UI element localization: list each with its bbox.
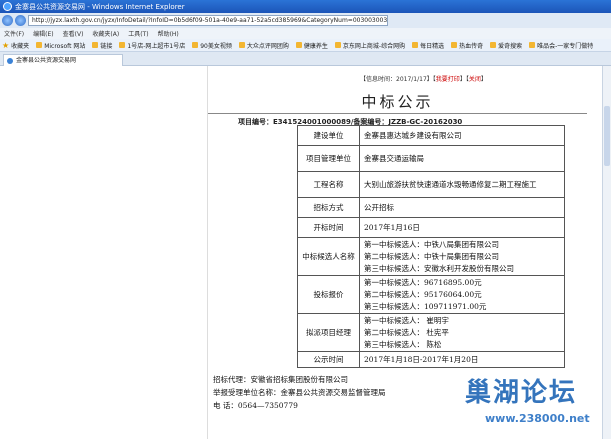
favorite-item[interactable]: 大众点评网团购 — [238, 41, 289, 50]
favorite-item[interactable]: 健康养生 — [295, 41, 328, 50]
table-row: 工程名称 大别山旅游扶贫快速通道水毁畅通修复二期工程施工 — [297, 171, 565, 198]
title-divider — [208, 113, 587, 114]
page-icon — [295, 42, 302, 48]
page-icon — [238, 42, 245, 48]
row-value: 2017年1月16日 — [359, 217, 565, 238]
favorite-item[interactable]: 链接 — [92, 41, 112, 50]
row-label: 工程名称 — [297, 171, 360, 198]
table-row: 开标时间 2017年1月16日 — [297, 217, 565, 238]
menu-edit[interactable]: 编辑(E) — [33, 29, 53, 38]
row-label: 公示时间 — [297, 351, 360, 368]
menu-view[interactable]: 查看(V) — [63, 29, 84, 38]
page-icon — [490, 42, 497, 48]
page-icon — [36, 42, 43, 48]
page-icon — [119, 42, 126, 48]
table-row: 投标报价 第一中标候选人：96716895.00元 第二中标候选人：951760… — [297, 275, 565, 314]
page-icon — [192, 42, 199, 48]
menu-help[interactable]: 帮助(H) — [158, 29, 179, 38]
row-label: 项目管理单位 — [297, 145, 360, 172]
menu-bar: 文件(F) 编辑(E) 查看(V) 收藏夹(A) 工具(T) 帮助(H) — [0, 28, 611, 39]
tab-active[interactable]: 金寨县公共资源交易网 — [3, 54, 123, 66]
table-row: 中标候选人名称 第一中标候选人：中铁八局集团有限公司 第二中标候选人：中铁十局集… — [297, 237, 565, 276]
scrollbar-thumb[interactable] — [604, 106, 610, 166]
menu-tools[interactable]: 工具(T) — [128, 29, 148, 38]
table-row: 拟派项目经理 第一中标候选人： 崔明宇 第二中标候选人： 杜宪平 第三中标候选人… — [297, 313, 565, 352]
row-value: 2017年1月18日-2017年1月20日 — [359, 351, 565, 368]
tab-strip: 金寨县公共资源交易网 — [0, 52, 611, 66]
favorite-item[interactable]: 热血传奇 — [451, 41, 483, 50]
star-icon: ★ — [2, 40, 10, 50]
announcement-table: 建设单位 金寨县惠达城乡建设有限公司 项目管理单位 金寨县交通运输局 工程名称 … — [297, 125, 565, 368]
close-link[interactable]: 关闭 — [469, 76, 481, 83]
watermark: 巢湖论坛 www.238000.net — [465, 372, 605, 432]
address-toolbar: http://jyzx.laxth.gov.cn/jyzx/InfoDetail… — [0, 13, 611, 28]
ie-logo-icon — [3, 2, 12, 11]
favorite-item[interactable]: 唯品会-一家专门做特 — [529, 41, 593, 50]
supervisor-line: 举报受理单位名称：金寨县公共资源交易监督管理局 — [213, 388, 386, 397]
row-value: 第一中标候选人：96716895.00元 第二中标候选人：95176064.00… — [359, 275, 565, 314]
row-label: 中标候选人名称 — [297, 237, 360, 276]
window-title: 金寨县公共资源交易网 - Windows Internet Explorer — [15, 2, 185, 11]
favorites-button[interactable]: ★ 收藏夹 — [2, 41, 29, 50]
row-label: 招标方式 — [297, 197, 360, 218]
favorite-item[interactable]: 1号店-网上超市1号店 — [119, 41, 185, 50]
vertical-scrollbar[interactable] — [602, 66, 611, 439]
favorite-item[interactable]: 京东网上商城-综合网购 — [334, 41, 405, 50]
address-bar[interactable]: http://jyzx.laxth.gov.cn/jyzx/InfoDetail… — [28, 15, 388, 26]
row-value: 金寨县交通运输局 — [359, 145, 565, 172]
folder-icon — [92, 42, 99, 48]
table-row: 建设单位 金寨县惠达城乡建设有限公司 — [297, 125, 565, 146]
print-link[interactable]: 我要打印 — [436, 76, 460, 83]
agent-line: 招标代理：安徽省招标集团股份有限公司 — [213, 375, 348, 384]
menu-file[interactable]: 文件(F) — [4, 29, 24, 38]
page-icon — [334, 42, 341, 48]
menu-favorites[interactable]: 收藏夹(A) — [92, 29, 119, 38]
page-icon — [529, 42, 536, 48]
favorite-item[interactable]: 90美女视频 — [192, 41, 232, 50]
row-value: 大别山旅游扶贫快速通道水毁畅通修复二期工程施工 — [359, 171, 565, 198]
row-label: 开标时间 — [297, 217, 360, 238]
row-value: 金寨县惠达城乡建设有限公司 — [359, 125, 565, 146]
window-titlebar: 金寨县公共资源交易网 - Windows Internet Explorer — [0, 0, 611, 13]
info-meta: 【信息时间：2017/1/17】【我要打印】【关闭】 — [360, 76, 487, 83]
site-icon — [7, 58, 13, 64]
watermark-url: www.238000.net — [485, 412, 590, 425]
page-icon — [412, 42, 419, 48]
back-icon[interactable] — [2, 15, 13, 26]
table-row: 招标方式 公开招标 — [297, 197, 565, 218]
favorite-item[interactable]: Microsoft 网站 — [36, 41, 85, 50]
info-date: 2017/1/17 — [396, 76, 427, 83]
row-value: 第一中标候选人：中铁八局集团有限公司 第二中标候选人：中铁十局集团有限公司 第三… — [359, 237, 565, 276]
watermark-text: 巢湖论坛 — [465, 378, 578, 408]
table-row: 项目管理单位 金寨县交通运输局 — [297, 145, 565, 172]
row-value: 公开招标 — [359, 197, 565, 218]
page-title: 中标公示 — [361, 93, 434, 111]
favorite-item[interactable]: 爱奇搜索 — [490, 41, 522, 50]
table-row: 公示时间 2017年1月18日-2017年1月20日 — [297, 351, 565, 368]
phone-line: 电 话：0564—7350779 — [213, 401, 298, 410]
row-label: 建设单位 — [297, 125, 360, 146]
favorites-bar: ★ 收藏夹 Microsoft 网站 链接 1号店-网上超市1号店 90美女视频… — [0, 39, 611, 52]
favorite-item[interactable]: 每日精选 — [412, 41, 444, 50]
row-label: 拟派项目经理 — [297, 313, 360, 352]
row-label: 投标报价 — [297, 275, 360, 314]
page-icon — [451, 42, 458, 48]
forward-icon[interactable] — [15, 15, 26, 26]
row-value: 第一中标候选人： 崔明宇 第二中标候选人： 杜宪平 第三中标候选人： 陈松 — [359, 313, 565, 352]
